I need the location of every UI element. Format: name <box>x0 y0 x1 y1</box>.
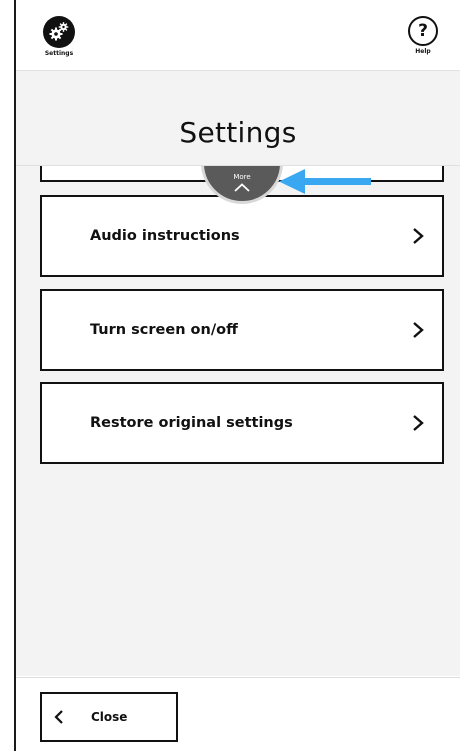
help-icon: ? <box>408 16 438 46</box>
help-symbol: ? <box>418 20 428 41</box>
chevron-right-icon <box>408 320 428 340</box>
settings-button[interactable]: Settings <box>39 16 79 57</box>
list-item-label: Restore original settings <box>90 415 293 431</box>
title-band: Settings <box>16 71 460 166</box>
chevron-up-icon <box>234 183 250 192</box>
bottom-bar: Close <box>16 677 460 752</box>
chevron-left-icon <box>54 709 70 725</box>
list-item-label: Audio instructions <box>90 228 240 244</box>
list-item-label: Turn screen on/off <box>90 322 238 338</box>
more-button[interactable]: More <box>201 166 283 208</box>
kiosk-screen: Settings ? Help Settings Audio instructi… <box>14 0 460 752</box>
close-button-label: Close <box>91 710 128 724</box>
settings-button-label: Settings <box>44 50 74 57</box>
list-item-restore-original-settings[interactable]: Restore original settings <box>40 382 444 464</box>
annotation-arrow-icon <box>279 169 371 194</box>
more-label: More <box>233 173 251 181</box>
chevron-right-icon <box>408 226 428 246</box>
top-bar: Settings ? Help <box>16 0 460 71</box>
page-title: Settings <box>179 116 297 149</box>
settings-list: Audio instructions Turn screen on/off Re… <box>16 166 460 676</box>
chevron-right-icon <box>408 413 428 433</box>
gears-icon <box>43 16 75 48</box>
close-button[interactable]: Close <box>40 692 178 742</box>
list-item-turn-screen-on-off[interactable]: Turn screen on/off <box>40 289 444 371</box>
help-button-label: Help <box>415 48 431 55</box>
help-button[interactable]: ? Help <box>406 16 440 55</box>
